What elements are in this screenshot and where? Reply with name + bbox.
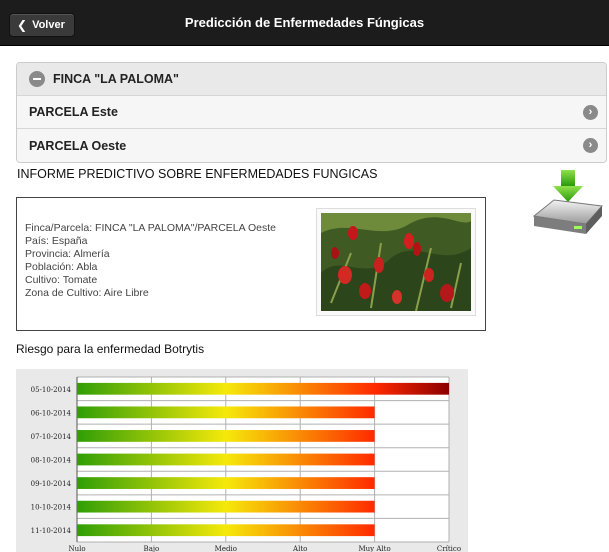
- x-tick-label: Nulo: [68, 545, 85, 552]
- risk-chart-svg: 05-10-2014 06-10-2014 07-10-2014 08-10-2014…: [31, 376, 461, 552]
- info-line-zona: Zona de Cultivo: Aire Libre: [25, 287, 149, 299]
- risk-bar: [77, 430, 375, 442]
- y-tick-label: 11-10-2014: [31, 527, 72, 535]
- parcela-label: PARCELA Oeste: [29, 138, 127, 153]
- header-bar: ❮ Volver Predicción de Enfermedades Fúng…: [0, 0, 609, 46]
- risk-bar: [77, 382, 449, 395]
- risk-bar: [77, 524, 375, 537]
- info-line-provincia: Provincia: Almería: [25, 248, 110, 260]
- page-title: Predicción de Enfermedades Fúngicas: [184, 15, 425, 30]
- risk-bar: [77, 453, 375, 466]
- parcela-item-oeste[interactable]: PARCELA Oeste ›: [17, 129, 606, 162]
- tomato-plant-image: [321, 213, 471, 312]
- x-tick-label: Bajo: [144, 545, 160, 552]
- arrow-right-icon: ›: [583, 138, 598, 153]
- info-line-parcela: Finca/Parcela: FINCA "LA PALOMA"/PARCELA…: [25, 222, 276, 234]
- minus-icon: [29, 71, 45, 87]
- arrow-right-icon: ›: [583, 105, 598, 120]
- risk-bar: [77, 500, 375, 513]
- risk-bar: [77, 477, 375, 489]
- parcela-label: PARCELA Este: [29, 105, 118, 119]
- finca-listview: FINCA "LA PALOMA" PARCELA Este › PARCELA…: [16, 62, 607, 163]
- y-tick-label: 08-10-2014: [31, 457, 72, 465]
- x-tick-label: Medio: [215, 545, 237, 552]
- info-line-pais: País: España: [25, 235, 88, 247]
- info-box: Finca/Parcela: FINCA "LA PALOMA"/PARCELA…: [16, 197, 486, 331]
- y-tick-label: 07-10-2014: [31, 433, 72, 441]
- crop-photo: [316, 208, 476, 316]
- risk-chart: 05-10-2014 06-10-2014 07-10-2014 08-10-2014…: [16, 369, 468, 552]
- y-tick-label: 09-10-2014: [31, 480, 72, 488]
- risk-bar: [77, 406, 375, 419]
- info-lines: Finca/Parcela: FINCA "LA PALOMA"/PARCELA…: [25, 222, 276, 300]
- info-line-poblacion: Población: Abla: [25, 261, 98, 273]
- x-tick-label: Crítico: [437, 545, 461, 552]
- x-tick-label: Muy Alto: [359, 545, 391, 552]
- report-title: INFORME PREDICTIVO SOBRE ENFERMEDADES FU…: [17, 167, 378, 181]
- parcela-item-este[interactable]: PARCELA Este ›: [17, 96, 606, 129]
- info-line-cultivo: Cultivo: Tomate: [25, 274, 98, 286]
- download-drive-icon[interactable]: [530, 168, 606, 240]
- y-tick-label: 10-10-2014: [31, 504, 72, 512]
- finca-title: FINCA "LA PALOMA": [53, 72, 179, 86]
- x-tick-label: Alto: [292, 545, 307, 552]
- risk-title: Riesgo para la enfermedad Botrytis: [16, 342, 205, 356]
- finca-collapsible-header[interactable]: FINCA "LA PALOMA": [17, 63, 606, 96]
- y-tick-label: 05-10-2014: [31, 386, 72, 394]
- y-tick-label: 06-10-2014: [31, 409, 72, 417]
